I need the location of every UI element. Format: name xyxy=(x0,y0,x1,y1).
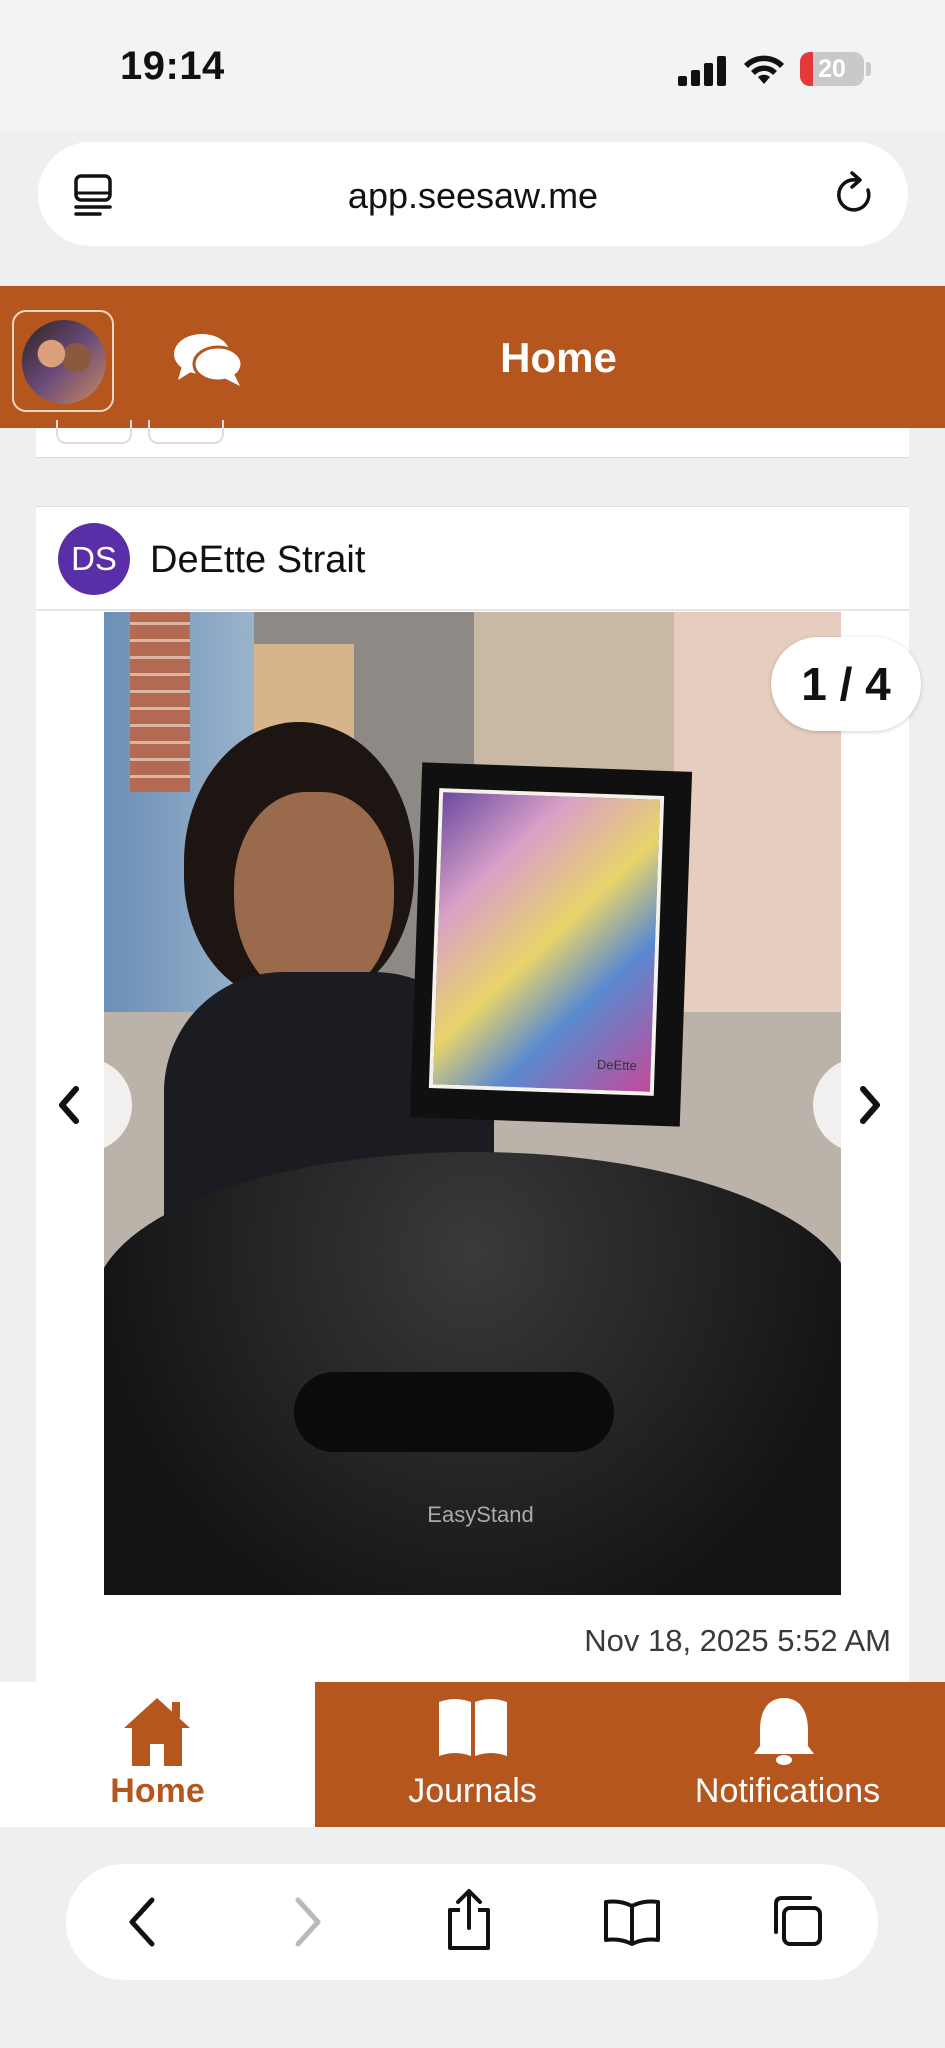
author-name[interactable]: DeEtte Strait xyxy=(150,539,365,582)
image-pager-badge: 1 / 4 xyxy=(771,637,921,731)
artwork-signature: DeEtte xyxy=(596,1056,637,1074)
tab-bar: Home Journals Notifications xyxy=(0,1682,945,1827)
chevron-left-icon xyxy=(59,1086,79,1124)
forward-icon[interactable] xyxy=(290,1894,326,1950)
bookmarks-icon[interactable] xyxy=(602,1898,662,1946)
app-header: Home xyxy=(0,286,945,428)
cellular-signal-icon xyxy=(678,56,728,86)
chevron-right-icon xyxy=(860,1086,880,1124)
next-image-button[interactable] xyxy=(813,1058,909,1152)
post-date: Nov 18, 2025 5:52 AM xyxy=(584,1623,891,1658)
reload-icon[interactable] xyxy=(834,170,878,218)
photo-child-face xyxy=(234,792,394,1002)
previous-image-button[interactable] xyxy=(36,1058,132,1152)
status-time: 19:14 xyxy=(120,44,225,88)
previous-post-card xyxy=(36,420,909,458)
browser-url-bar[interactable]: app.seesaw.me xyxy=(38,142,908,246)
share-icon[interactable] xyxy=(444,1888,494,1952)
post-header: DS DeEtte Strait xyxy=(36,507,909,611)
post-photo[interactable]: DeEtte EasyStand xyxy=(104,612,841,1595)
tab-journals-label: Journals xyxy=(408,1772,537,1810)
battery-nub xyxy=(866,62,871,76)
url-text[interactable]: app.seesaw.me xyxy=(38,175,908,217)
house-icon xyxy=(124,1698,190,1766)
battery-icon: 20 xyxy=(800,52,864,86)
wifi-icon xyxy=(744,55,784,84)
battery-level: 20 xyxy=(818,55,846,83)
browser-toolbar xyxy=(66,1864,878,1980)
photo-artwork: DeEtte xyxy=(428,788,665,1096)
previous-post-button[interactable] xyxy=(148,420,224,444)
tab-home-label: Home xyxy=(110,1772,205,1810)
tab-notifications-label: Notifications xyxy=(694,1772,881,1810)
author-avatar[interactable]: DS xyxy=(58,523,130,595)
book-icon xyxy=(439,1699,507,1756)
tab-notifications[interactable]: Notifications xyxy=(630,1682,945,1827)
tab-journals[interactable]: Journals xyxy=(315,1682,630,1827)
photo-brand-label: EasyStand xyxy=(427,1502,534,1527)
tab-home[interactable]: Home xyxy=(0,1682,315,1827)
back-icon[interactable] xyxy=(124,1894,160,1950)
page-title: Home xyxy=(500,334,617,381)
post-card: DS DeEtte Strait DeEtte EasyStand 1 / 4 … xyxy=(36,506,921,1686)
photo-bricks xyxy=(130,612,190,792)
tabs-overview-icon[interactable] xyxy=(770,1894,824,1948)
bell-icon xyxy=(754,1698,814,1765)
status-bar: 19:14 20 xyxy=(0,0,945,130)
photo-tray-handle xyxy=(294,1372,614,1452)
photo-doorway xyxy=(474,612,674,772)
previous-post-button[interactable] xyxy=(56,420,132,444)
